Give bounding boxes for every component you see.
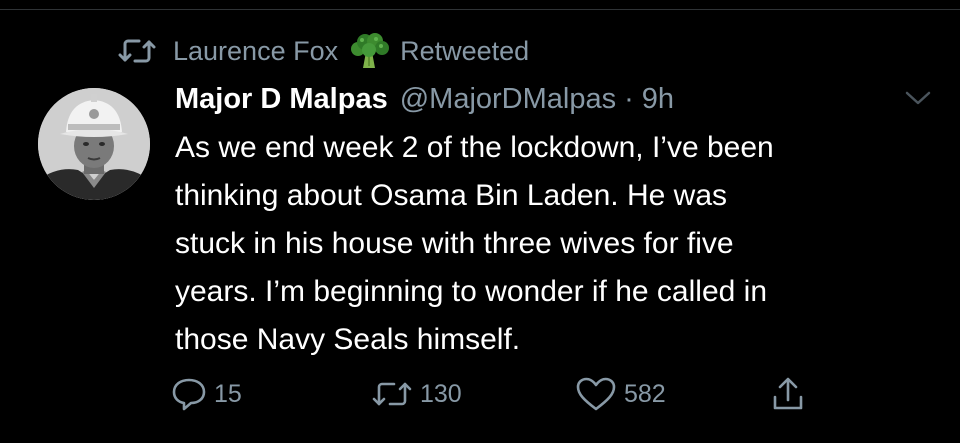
retweeted-label: Retweeted	[400, 35, 530, 66]
top-divider	[0, 9, 960, 10]
separator-dot: ·	[624, 82, 634, 115]
retweet-count: 130	[420, 379, 462, 408]
retweeter-name[interactable]: Laurence Fox	[173, 36, 338, 67]
retweet-button[interactable]: 130	[370, 372, 462, 416]
like-button[interactable]: 582	[574, 372, 666, 416]
tweet-header: Major D Malpas @MajorDMalpas · 9h	[175, 79, 674, 119]
reply-button[interactable]: 15	[170, 372, 242, 416]
retweet-icon	[117, 36, 157, 66]
tweet-text-line: thinking about Osama Bin Laden. He was	[175, 179, 727, 212]
tweet-text-line: those Navy Seals himself.	[175, 323, 521, 356]
like-count: 582	[624, 379, 666, 408]
reply-count: 15	[214, 379, 242, 408]
tweet-timestamp[interactable]: 9h	[642, 83, 674, 116]
tweet-text-line: stuck in his house with three wives for …	[175, 227, 734, 260]
avatar[interactable]	[38, 88, 150, 200]
reply-icon	[172, 378, 206, 411]
tweet-text-line: As we end week 2 of the lockdown, I’ve b…	[175, 131, 774, 164]
heart-icon	[576, 377, 616, 411]
retweet-banner: Laurence Fox Retweeted	[117, 33, 529, 69]
display-name[interactable]: Major D Malpas	[175, 83, 388, 116]
user-handle[interactable]: @MajorDMalpas	[400, 83, 616, 116]
share-button[interactable]	[770, 372, 812, 416]
broccoli-emoji-icon	[348, 32, 390, 70]
share-icon	[773, 377, 803, 410]
tweet-text: As we end week 2 of the lockdown, I’ve b…	[175, 124, 935, 364]
chevron-down-icon[interactable]	[905, 90, 931, 106]
action-bar: 15 130 582	[170, 372, 830, 416]
tweet-text-line: years. I’m beginning to wonder if he cal…	[175, 275, 768, 308]
retweet-icon	[372, 382, 412, 406]
